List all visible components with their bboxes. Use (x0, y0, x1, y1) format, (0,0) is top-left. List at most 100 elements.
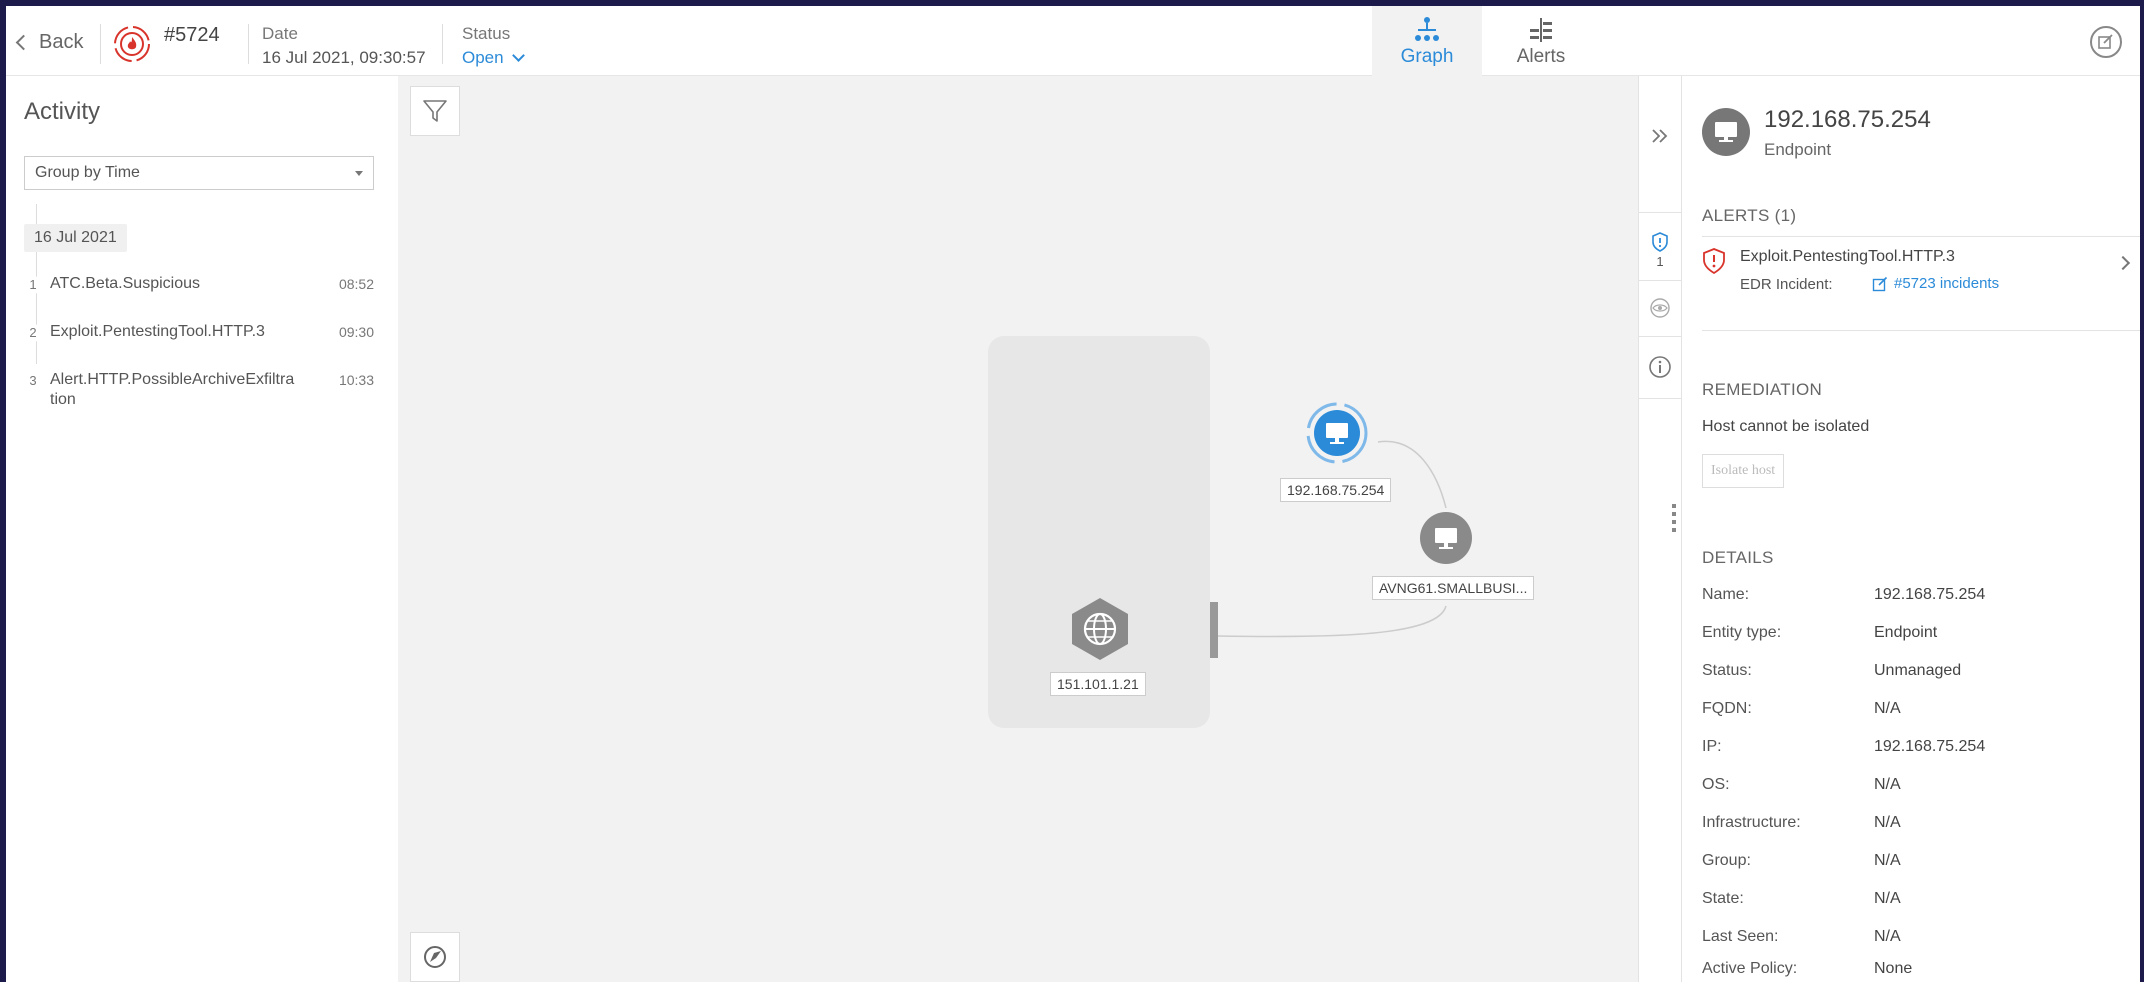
strip-info-button[interactable] (1639, 344, 1681, 390)
back-label: Back (39, 30, 84, 53)
alerts-icon (1530, 18, 1552, 42)
details-heading: DETAILS (1702, 548, 1774, 567)
divider (442, 24, 443, 64)
info-icon (1649, 356, 1671, 378)
detail-value: 192.168.75.254 (1874, 586, 1986, 603)
divider (1639, 212, 1681, 213)
activity-item-time: 09:30 (338, 324, 374, 340)
detail-value: N/A (1874, 890, 1901, 907)
detail-value: None (1874, 960, 1913, 977)
activity-item-time: 10:33 (338, 372, 374, 388)
panel-resize-handle[interactable] (1672, 504, 1677, 532)
isolate-host-button[interactable]: Isolate host (1702, 454, 1785, 488)
back-button[interactable]: Back (14, 28, 83, 56)
eye-icon (1650, 298, 1670, 318)
detail-key: Entity type: (1702, 624, 1782, 641)
divider (1702, 330, 2140, 331)
strip-alert-count: 1 (1656, 253, 1664, 269)
detail-key: OS: (1702, 776, 1730, 793)
app-window: Back #5724 Date 16 Jul 2021, 09:30:57 St… (6, 6, 2140, 982)
chevron-right-icon (2115, 255, 2131, 271)
collapse-panel-button[interactable] (1639, 116, 1681, 156)
edr-incident-link[interactable]: #5723 incidents (1872, 275, 1999, 292)
alert-name: Exploit.PentestingTool.HTTP.3 (1740, 248, 1955, 265)
caret-down-icon (355, 171, 363, 176)
activity-item[interactable]: 2 Exploit.PentestingTool.HTTP.3 09:30 (24, 322, 378, 352)
globe-icon (1072, 598, 1128, 660)
detail-value: N/A (1874, 814, 1901, 831)
divider (1639, 336, 1681, 337)
detail-key: Group: (1702, 852, 1751, 869)
detail-value: N/A (1874, 928, 1901, 945)
endpoint-icon (1306, 402, 1368, 464)
endpoint-icon (1420, 512, 1472, 564)
activity-item-number: 3 (24, 372, 42, 390)
edr-link-text: #5723 incidents (1894, 275, 2000, 292)
status-label: Status (462, 24, 511, 43)
tab-graph-label: Graph (1400, 46, 1454, 67)
strip-visibility-button[interactable] (1639, 286, 1681, 330)
activity-item[interactable]: 3 Alert.HTTP.PossibleArchiveExfiltra tio… (24, 370, 378, 414)
tab-alerts-label: Alerts (1516, 46, 1566, 67)
graph-node-ip[interactable] (1068, 596, 1132, 662)
detail-value: N/A (1874, 700, 1901, 717)
detail-value: Unmanaged (1874, 662, 1962, 679)
activity-title: Activity (24, 98, 101, 125)
endpoint-avatar (1702, 108, 1750, 156)
detail-key: Infrastructure: (1702, 814, 1801, 831)
group-expand-handle[interactable] (1210, 602, 1218, 658)
tab-alerts[interactable]: Alerts (1486, 6, 1596, 76)
edit-icon (2098, 34, 2113, 49)
date-chip: 16 Jul 2021 (24, 224, 127, 252)
detail-value: Endpoint (1874, 624, 1938, 641)
incident-header: Back #5724 Date 16 Jul 2021, 09:30:57 St… (6, 6, 2140, 76)
activity-item-name: ATC.Beta.Suspicious (50, 275, 200, 292)
detail-value: N/A (1874, 776, 1901, 793)
shield-alert-icon (1652, 231, 1668, 252)
activity-item-number: 1 (24, 276, 42, 294)
alerts-heading: ALERTS (1) (1702, 206, 1797, 225)
graph-node-label[interactable]: 151.101.1.21 (1050, 672, 1146, 696)
entity-title: 192.168.75.254 (1764, 106, 1931, 133)
divider (1639, 280, 1681, 281)
status-value: Open (462, 48, 504, 67)
activity-panel: Activity Group by Time 16 Jul 2021 1 ATC… (6, 76, 398, 982)
incident-id: #5724 (164, 24, 220, 46)
endpoint-icon (1715, 122, 1737, 142)
graph-edge (1217, 605, 1447, 638)
divider (1639, 398, 1681, 399)
graph-node-label[interactable]: AVNG61.SMALLBUSI... (1372, 576, 1535, 600)
graph-node-endpoint[interactable] (1418, 510, 1474, 566)
alert-item[interactable]: Exploit.PentestingTool.HTTP.3 EDR Incide… (1702, 248, 2132, 310)
double-chevron-right-icon (1652, 129, 1668, 143)
edr-incident-label: EDR Incident: (1740, 276, 1833, 293)
chevron-down-icon (511, 49, 525, 62)
entity-details-panel: 192.168.75.254 Endpoint ALERTS (1) Explo… (1682, 76, 2140, 982)
entity-subtitle: Endpoint (1764, 140, 1832, 159)
group-by-select[interactable]: Group by Time (24, 156, 374, 190)
date-label: Date (262, 24, 298, 43)
detail-key: IP: (1702, 738, 1722, 755)
graph-canvas[interactable]: 192.168.75.254 AVNG61.SMALLBUSI... 151.1… (398, 76, 1638, 982)
activity-item-time: 08:52 (338, 276, 374, 292)
graph-node-endpoint-selected[interactable] (1306, 402, 1368, 464)
activity-item[interactable]: 1 ATC.Beta.Suspicious 08:52 (24, 274, 378, 304)
incident-severity-icon (112, 24, 152, 64)
graph-icon (1415, 17, 1439, 41)
tab-graph[interactable]: Graph (1372, 6, 1482, 76)
graph-node-label[interactable]: 192.168.75.254 (1280, 478, 1392, 502)
detail-key: State: (1702, 890, 1744, 907)
status-dropdown[interactable]: Open (462, 48, 525, 68)
remediation-text: Host cannot be isolated (1702, 418, 1870, 435)
group-by-value: Group by Time (35, 164, 140, 181)
activity-item-name: Alert.HTTP.PossibleArchiveExfiltra tion (50, 371, 295, 408)
shield-alert-icon (1703, 248, 1725, 274)
edit-button[interactable] (2090, 26, 2122, 58)
strip-alerts-button[interactable]: 1 (1639, 226, 1681, 274)
detail-key: Status: (1702, 662, 1752, 679)
detail-value: N/A (1874, 852, 1901, 869)
detail-value: 192.168.75.254 (1874, 738, 1986, 755)
activity-item-number: 2 (24, 324, 42, 342)
chevron-left-icon (15, 34, 32, 50)
external-link-icon (1872, 276, 1888, 291)
